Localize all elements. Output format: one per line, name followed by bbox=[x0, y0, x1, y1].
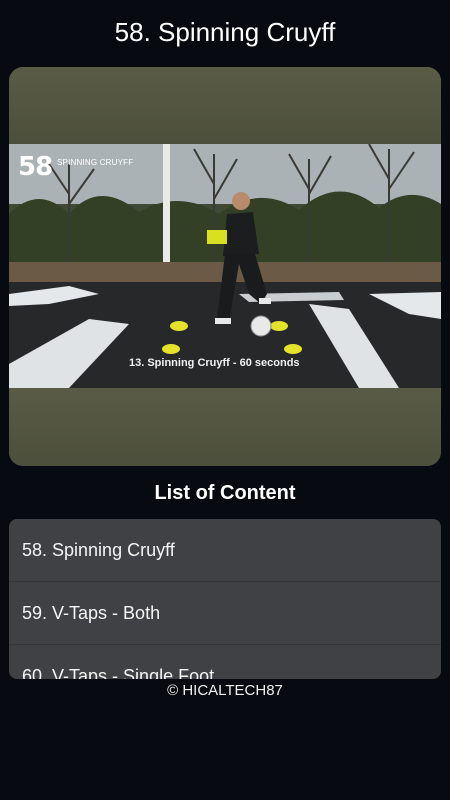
video-letterbox-bottom bbox=[9, 388, 441, 466]
video-still-image bbox=[9, 144, 441, 388]
list-item-58[interactable]: 58. Spinning Cruyff bbox=[9, 519, 441, 582]
list-item-60[interactable]: 60. V-Taps - Single Foot bbox=[9, 645, 441, 679]
content-list[interactable]: 58. Spinning Cruyff 59. V-Taps - Both 60… bbox=[9, 519, 441, 679]
page-title: 58. Spinning Cruyff bbox=[114, 17, 336, 47]
video-frame[interactable]: 58 SPINNING CRUYFF 13. Spinning Cruyff -… bbox=[9, 144, 441, 388]
list-heading: List of Content bbox=[154, 482, 296, 504]
video-player[interactable]: 58 SPINNING CRUYFF 13. Spinning Cruyff -… bbox=[9, 67, 441, 466]
copyright-footer: © HICALTECH87 bbox=[167, 682, 283, 699]
video-letterbox-top bbox=[9, 67, 441, 144]
video-number-badge: 58 bbox=[18, 152, 53, 182]
video-caption: 13. Spinning Cruyff - 60 seconds bbox=[129, 357, 300, 369]
video-badge-label: SPINNING CRUYFF bbox=[57, 158, 134, 167]
list-item-59[interactable]: 59. V-Taps - Both bbox=[9, 582, 441, 645]
